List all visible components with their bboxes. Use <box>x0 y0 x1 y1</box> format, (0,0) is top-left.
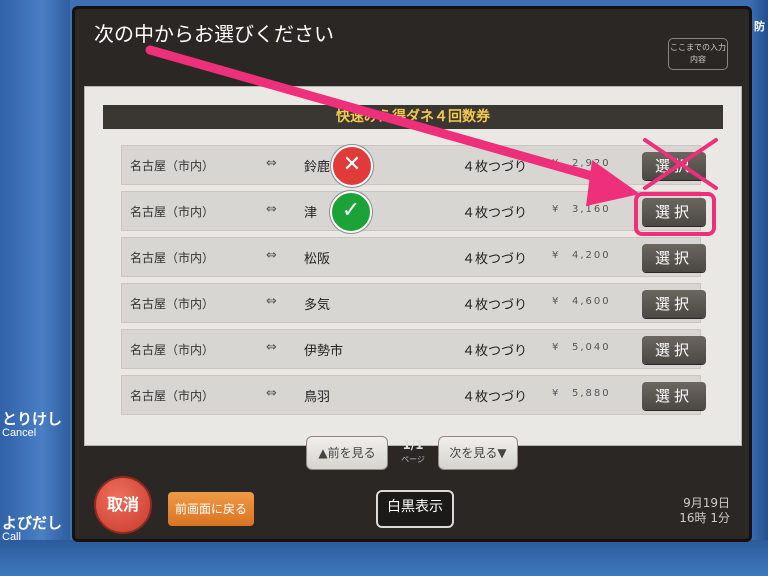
ticket-count-label: ４枚つづり <box>462 390 528 405</box>
next-page-button[interactable]: 次を見る▼ <box>438 436 518 470</box>
ticket-panel: 快速みえ得ダネ４回数券 名古屋（市内） ⇔ 鈴鹿 ４枚つづり ¥ 2,920 選… <box>84 86 742 446</box>
machine-cancel-en: Cancel <box>2 426 37 439</box>
bidirectional-arrow-icon: ⇔ <box>266 340 277 355</box>
origin-label: 名古屋（市内） <box>130 343 215 357</box>
ticket-count-label: ４枚つづり <box>462 206 528 221</box>
yen-symbol: ¥ <box>552 250 559 261</box>
date-label: 9月19日 <box>683 496 730 510</box>
ticket-row: 名古屋（市内） ⇔ 伊勢市 ４枚つづり ¥ 5,040 選択 <box>121 329 706 369</box>
machine-cancel-jp: とりけし <box>2 411 63 428</box>
ticket-count-label: ４枚つづり <box>462 344 528 359</box>
origin-label: 名古屋（市内） <box>130 205 215 219</box>
ticket-row: 名古屋（市内） ⇔ 松阪 ４枚つづり ¥ 4,200 選択 <box>121 237 706 277</box>
monochrome-display-button[interactable]: 白黒表示 <box>376 490 454 528</box>
datetime-display: 9月19日 16時 1分 <box>668 496 730 526</box>
ticket-row: 名古屋（市内） ⇔ 鈴鹿 ４枚つづり ¥ 2,920 選択 <box>121 145 706 185</box>
select-button-matsusaka[interactable]: 選択 <box>642 244 706 272</box>
correct-check-icon: ✓ <box>330 191 372 233</box>
bidirectional-arrow-icon: ⇔ <box>266 386 277 401</box>
machine-right-label: 防 <box>754 21 765 33</box>
machine-left-panel <box>0 0 70 576</box>
select-button-suzuka[interactable]: 選択 <box>642 152 706 180</box>
page-title: 次の中からお選びください <box>94 24 334 46</box>
machine-call-jp: よびだし <box>2 515 63 532</box>
ticket-row: 名古屋（市内） ⇔ 津 ４枚つづり ¥ 3,160 選択 <box>121 191 706 231</box>
origin-label: 名古屋（市内） <box>130 159 215 173</box>
destination-label: 多気 <box>304 298 331 313</box>
wrong-x-icon: ✕ <box>331 145 373 187</box>
select-button-iseshi[interactable]: 選択 <box>642 336 706 364</box>
prev-page-button[interactable]: ▲前を見る <box>306 436 388 470</box>
machine-bottom-panel <box>0 540 768 576</box>
ticket-count-label: ４枚つづり <box>462 252 528 267</box>
yen-symbol: ¥ <box>552 296 559 307</box>
price-label: 5,040 <box>572 342 611 353</box>
price-label: 3,160 <box>572 204 611 215</box>
machine-call-label: よびだし Call <box>2 516 62 543</box>
pager: ▲前を見る 1/1 ページ 次を見る▼ <box>306 436 606 474</box>
yen-symbol: ¥ <box>552 342 559 353</box>
page-label: ページ <box>401 455 425 464</box>
bidirectional-arrow-icon: ⇔ <box>266 294 277 309</box>
price-label: 4,600 <box>572 296 611 307</box>
ticket-count-label: ４枚つづり <box>462 160 528 175</box>
ticket-row: 名古屋（市内） ⇔ 鳥羽 ４枚つづり ¥ 5,880 選択 <box>121 375 706 415</box>
select-button-taki[interactable]: 選択 <box>642 290 706 318</box>
ticket-type-header: 快速みえ得ダネ４回数券 <box>103 105 723 129</box>
time-label: 16時 1分 <box>679 511 730 525</box>
back-button[interactable]: 前画面に戻る <box>168 492 254 526</box>
destination-label: 鳥羽 <box>304 390 331 405</box>
price-label: 5,880 <box>572 388 611 399</box>
bidirectional-arrow-icon: ⇔ <box>266 248 277 263</box>
destination-label: 松阪 <box>304 252 331 267</box>
select-button-tsu[interactable]: 選択 <box>642 198 706 226</box>
bidirectional-arrow-icon: ⇔ <box>266 156 277 171</box>
ticket-row: 名古屋（市内） ⇔ 多気 ４枚つづり ¥ 4,600 選択 <box>121 283 706 323</box>
destination-label: 津 <box>304 206 318 221</box>
origin-label: 名古屋（市内） <box>130 297 215 311</box>
price-label: 2,920 <box>572 158 611 169</box>
machine-call-en: Call <box>2 530 21 543</box>
origin-label: 名古屋（市内） <box>130 389 215 403</box>
ticket-count-label: ４枚つづり <box>462 298 528 313</box>
destination-label: 鈴鹿 <box>304 160 331 175</box>
machine-cancel-label: とりけし Cancel <box>2 412 62 439</box>
destination-label: 伊勢市 <box>304 344 344 359</box>
yen-symbol: ¥ <box>552 204 559 215</box>
price-label: 4,200 <box>572 250 611 261</box>
select-button-toba[interactable]: 選択 <box>642 382 706 410</box>
origin-label: 名古屋（市内） <box>130 251 215 265</box>
yen-symbol: ¥ <box>552 158 559 169</box>
page-number: 1/1 <box>402 438 424 452</box>
bidirectional-arrow-icon: ⇔ <box>266 202 277 217</box>
yen-symbol: ¥ <box>552 388 559 399</box>
input-content-button[interactable]: ここまでの入力内容 <box>668 38 728 70</box>
cancel-button[interactable]: 取消 <box>94 476 152 534</box>
touch-screen: 次の中からお選びください ここまでの入力内容 快速みえ得ダネ４回数券 名古屋（市… <box>72 6 752 542</box>
machine-right-panel <box>750 0 768 576</box>
